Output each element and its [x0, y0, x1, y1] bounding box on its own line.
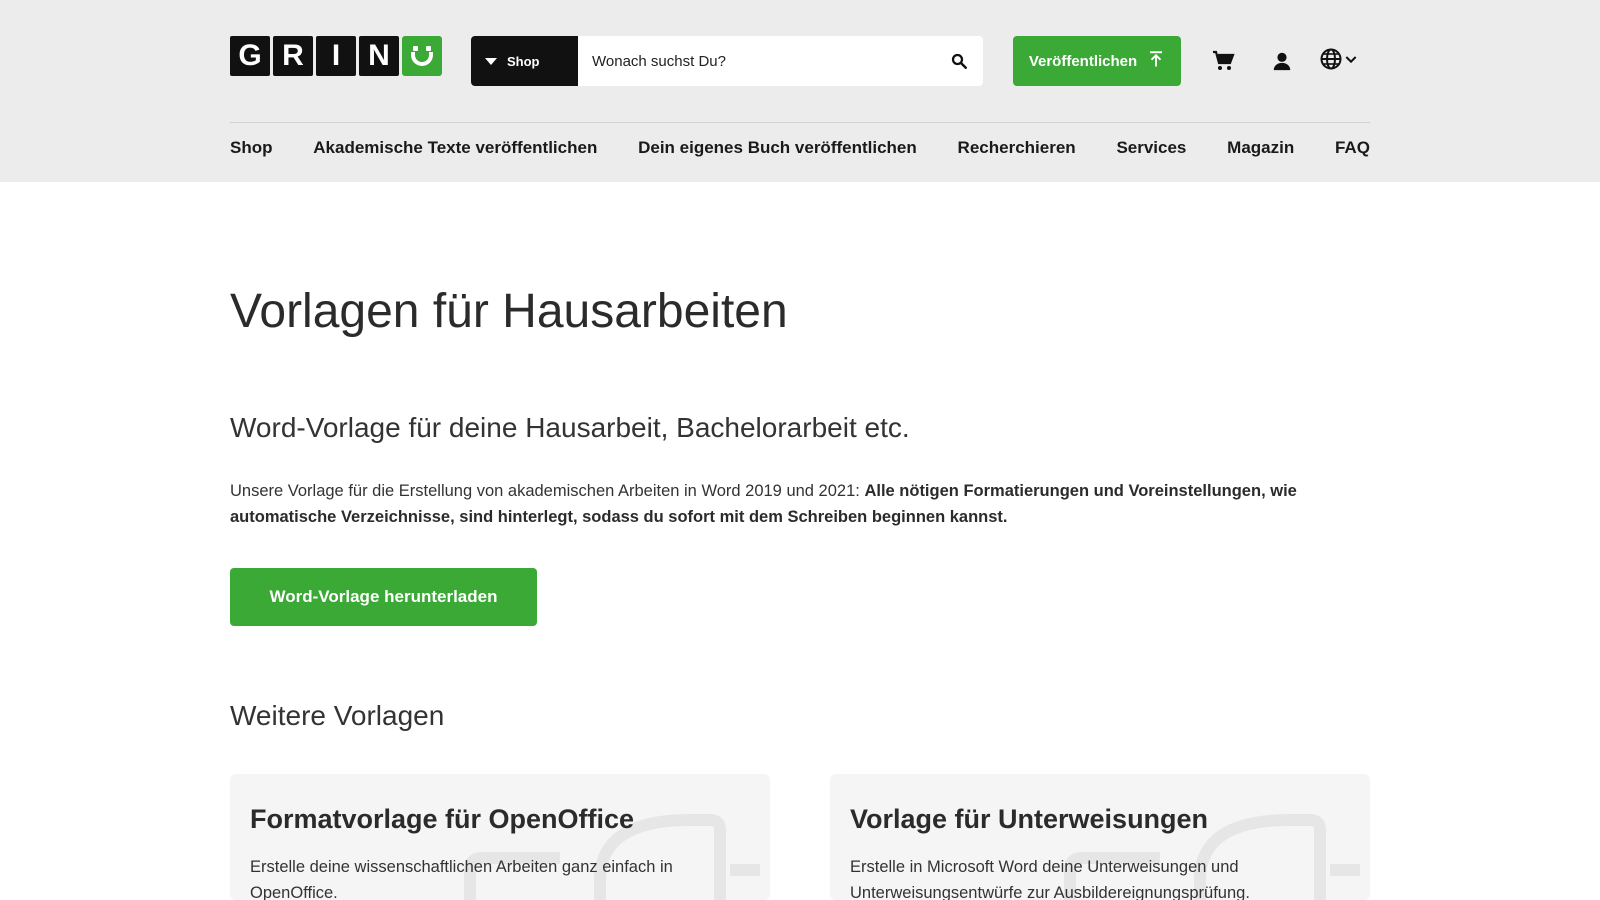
user-icon[interactable]: [1267, 46, 1297, 76]
card-title: Formatvorlage für OpenOffice: [250, 804, 635, 834]
publish-label: Veröffentlichen: [1028, 52, 1138, 70]
globe-icon: [1319, 47, 1343, 76]
search-scope-label: Shop: [507, 53, 540, 69]
nav-item-shop[interactable]: Shop: [230, 138, 273, 158]
logo-letter: I: [316, 36, 356, 76]
caret-down-icon: [485, 57, 497, 65]
cart-icon[interactable]: [1208, 46, 1238, 76]
intro-paragraph: Unsere Vorlage für die Erstellung von ak…: [230, 478, 1370, 530]
site-header: G R I N Shop Veröffentlichen: [0, 0, 1600, 182]
grin-logo[interactable]: G R I N: [230, 36, 442, 76]
nav-item-eigenes-buch[interactable]: Dein eigenes Buch veröffentlichen: [638, 138, 917, 158]
nav-item-akademische-texte[interactable]: Akademische Texte veröffentlichen: [313, 138, 597, 158]
smiley-logo-icon: [402, 36, 442, 76]
card-text: Erstelle in Microsoft Word deine Unterwe…: [850, 858, 1250, 900]
card-text: Erstelle deine wissenschaftlichen Arbeit…: [250, 858, 673, 900]
template-card-openoffice[interactable]: Formatvorlage für OpenOffice Erstelle de…: [230, 774, 770, 900]
upload-icon: [1147, 50, 1165, 72]
search-bar: Shop: [471, 36, 983, 86]
logo-letter: G: [230, 36, 270, 76]
nav-item-faq[interactable]: FAQ: [1335, 138, 1370, 158]
nav-item-services[interactable]: Services: [1116, 138, 1186, 158]
download-word-template-button[interactable]: Word-Vorlage herunterladen: [230, 568, 537, 626]
main-nav: Shop Akademische Texte veröffentlichen D…: [230, 138, 1370, 158]
language-selector[interactable]: [1314, 46, 1364, 76]
nav-item-recherchieren[interactable]: Recherchieren: [958, 138, 1076, 158]
more-templates-heading: Weitere Vorlagen: [230, 700, 445, 731]
chevron-down-icon: [1343, 51, 1359, 72]
logo-letter: N: [359, 36, 399, 76]
page-title: Vorlagen für Hausarbeiten: [230, 285, 788, 338]
search-icon[interactable]: [949, 51, 969, 71]
search-scope-dropdown[interactable]: Shop: [471, 36, 578, 86]
header-divider: [230, 122, 1370, 123]
intro-text: Unsere Vorlage für die Erstellung von ak…: [230, 482, 865, 500]
search-field-wrapper: [578, 36, 983, 86]
publish-button[interactable]: Veröffentlichen: [1013, 36, 1181, 86]
card-title: Vorlage für Unterweisungen: [850, 804, 1209, 834]
search-input[interactable]: [592, 52, 949, 70]
nav-item-magazin[interactable]: Magazin: [1227, 138, 1294, 158]
template-card-unterweisungen[interactable]: Vorlage für Unterweisungen Erstelle in M…: [830, 774, 1370, 900]
section-subtitle: Word-Vorlage für deine Hausarbeit, Bache…: [230, 412, 910, 443]
logo-letter: R: [273, 36, 313, 76]
